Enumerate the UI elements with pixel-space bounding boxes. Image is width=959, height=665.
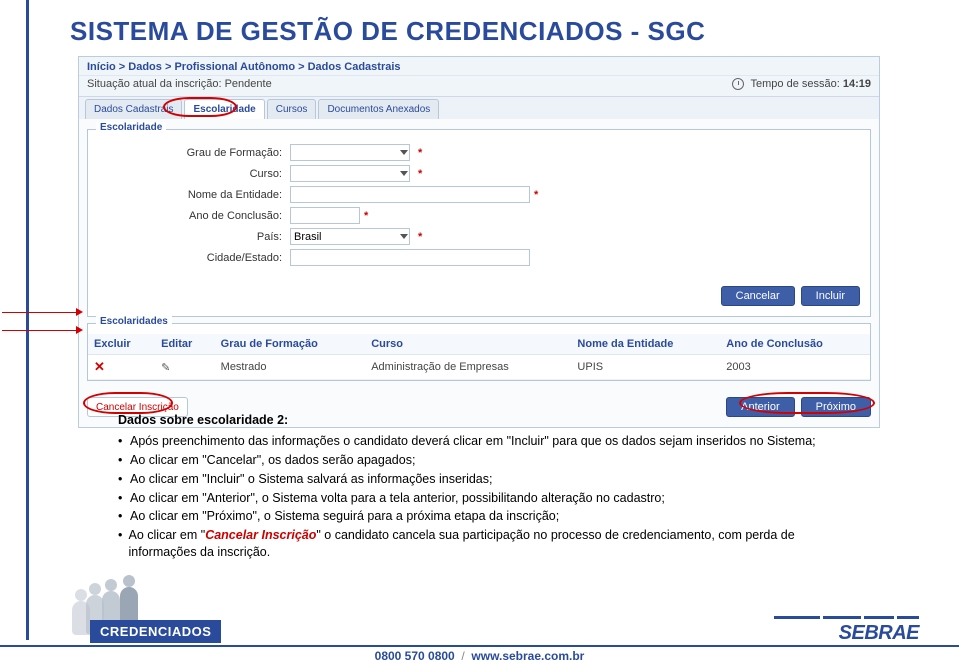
footer-contact: 0800 570 0800 / www.sebrae.com.br — [0, 647, 959, 665]
sebrae-wordmark: SEBRAE — [774, 622, 919, 645]
tab-escolaridade[interactable]: Escolaridade — [184, 99, 264, 119]
cancel-button[interactable]: Cancelar — [721, 286, 795, 306]
blue-corner-decoration — [0, 0, 36, 665]
annotation-arrow — [2, 330, 76, 331]
breadcrumb-item[interactable]: Profissional Autônomo — [174, 61, 295, 73]
chevron-down-icon — [400, 150, 408, 155]
status-label: Situação atual da inscrição: — [87, 78, 222, 90]
bullet-text: Após preenchimento das informações o can… — [130, 433, 816, 450]
table-section-title: Escolaridades — [96, 316, 172, 327]
required-mark: * — [418, 168, 422, 180]
cancel-inscription-highlight: Cancelar Inscrição — [205, 528, 316, 542]
cidade-input[interactable] — [290, 249, 530, 266]
required-mark: * — [364, 210, 368, 222]
ano-label: Ano de Conclusão: — [100, 210, 290, 222]
escolaridades-table: Excluir Editar Grau de Formação Curso No… — [88, 334, 870, 380]
required-mark: * — [418, 147, 422, 159]
chevron-down-icon — [400, 234, 408, 239]
bullet-text: Ao clicar em "Cancelar", os dados serão … — [130, 452, 415, 469]
session-value: 14:19 — [843, 78, 871, 90]
col-entidade: Nome da Entidade — [571, 334, 720, 355]
description-block: Dados sobre escolaridade 2: •Após preenc… — [118, 412, 838, 563]
sebrae-logo: SEBRAE — [774, 616, 919, 645]
breadcrumb: Início > Dados > Profissional Autônomo >… — [79, 57, 879, 76]
pais-label: País: — [100, 231, 290, 243]
cidade-label: Cidade/Estado: — [100, 252, 290, 264]
edit-icon[interactable] — [161, 361, 173, 373]
app-panel: Início > Dados > Profissional Autônomo >… — [78, 56, 880, 428]
chevron-down-icon — [400, 171, 408, 176]
col-excluir: Excluir — [88, 334, 155, 355]
cell-ano: 2003 — [720, 355, 870, 380]
credenciados-label: CREDENCIADOS — [90, 620, 221, 643]
footer-phone: 0800 570 0800 — [375, 649, 455, 663]
section-title: Escolaridade — [96, 122, 166, 133]
page-title: SISTEMA DE GESTÃO DE CREDENCIADOS - SGC — [70, 16, 705, 47]
logo-bars-icon — [774, 616, 919, 619]
footer-separator: / — [461, 649, 464, 663]
grau-formacao-select[interactable] — [290, 144, 410, 161]
clock-icon — [732, 78, 744, 90]
table-row: ✕ Mestrado Administração de Empresas UPI… — [88, 355, 870, 380]
bullet-text: Ao clicar em "Anterior", o Sistema volta… — [130, 490, 665, 507]
breadcrumb-current: Dados Cadastrais — [308, 61, 401, 73]
status-row: Situação atual da inscrição: Pendente Te… — [79, 76, 879, 97]
footer-url: www.sebrae.com.br — [471, 649, 584, 663]
col-ano: Ano de Conclusão — [720, 334, 870, 355]
include-button[interactable]: Incluir — [801, 286, 860, 306]
col-curso: Curso — [365, 334, 571, 355]
entidade-input[interactable] — [290, 186, 530, 203]
grau-formacao-label: Grau de Formação: — [100, 147, 290, 159]
required-mark: * — [418, 231, 422, 243]
arrow-right-icon — [76, 326, 83, 334]
delete-icon[interactable]: ✕ — [94, 359, 105, 374]
tab-documentos[interactable]: Documentos Anexados — [318, 99, 439, 119]
bullet-text: Ao clicar em "Cancelar Inscrição" o cand… — [129, 527, 839, 561]
entidade-label: Nome da Entidade: — [100, 189, 290, 201]
curso-label: Curso: — [100, 168, 290, 180]
form-escolaridade: Escolaridade Grau de Formação: * Curso: … — [87, 129, 871, 317]
bullet-text: Ao clicar em "Próximo", o Sistema seguir… — [130, 508, 559, 525]
tab-cursos[interactable]: Cursos — [267, 99, 317, 119]
ano-input[interactable] — [290, 207, 360, 224]
bullet-text: Ao clicar em "Incluir" o Sistema salvará… — [130, 471, 492, 488]
col-editar: Editar — [155, 334, 215, 355]
col-grau: Grau de Formação — [215, 334, 366, 355]
required-mark: * — [534, 189, 538, 201]
description-heading: Dados sobre escolaridade 2: — [118, 412, 838, 429]
tab-dados-cadastrais[interactable]: Dados Cadastrais — [85, 99, 182, 119]
cell-curso: Administração de Empresas — [365, 355, 571, 380]
status-value: Pendente — [225, 78, 272, 90]
pais-select[interactable] — [290, 228, 410, 245]
breadcrumb-item[interactable]: Dados — [128, 61, 162, 73]
session-label: Tempo de sessão: — [751, 78, 840, 90]
breadcrumb-item[interactable]: Início — [87, 61, 116, 73]
curso-select[interactable] — [290, 165, 410, 182]
annotation-arrow — [2, 312, 76, 313]
cell-entidade: UPIS — [571, 355, 720, 380]
escolaridades-table-section: Escolaridades Excluir Editar Grau de For… — [87, 323, 871, 381]
cell-grau: Mestrado — [215, 355, 366, 380]
arrow-right-icon — [76, 308, 83, 316]
tabs: Dados Cadastrais Escolaridade Cursos Doc… — [79, 97, 879, 119]
